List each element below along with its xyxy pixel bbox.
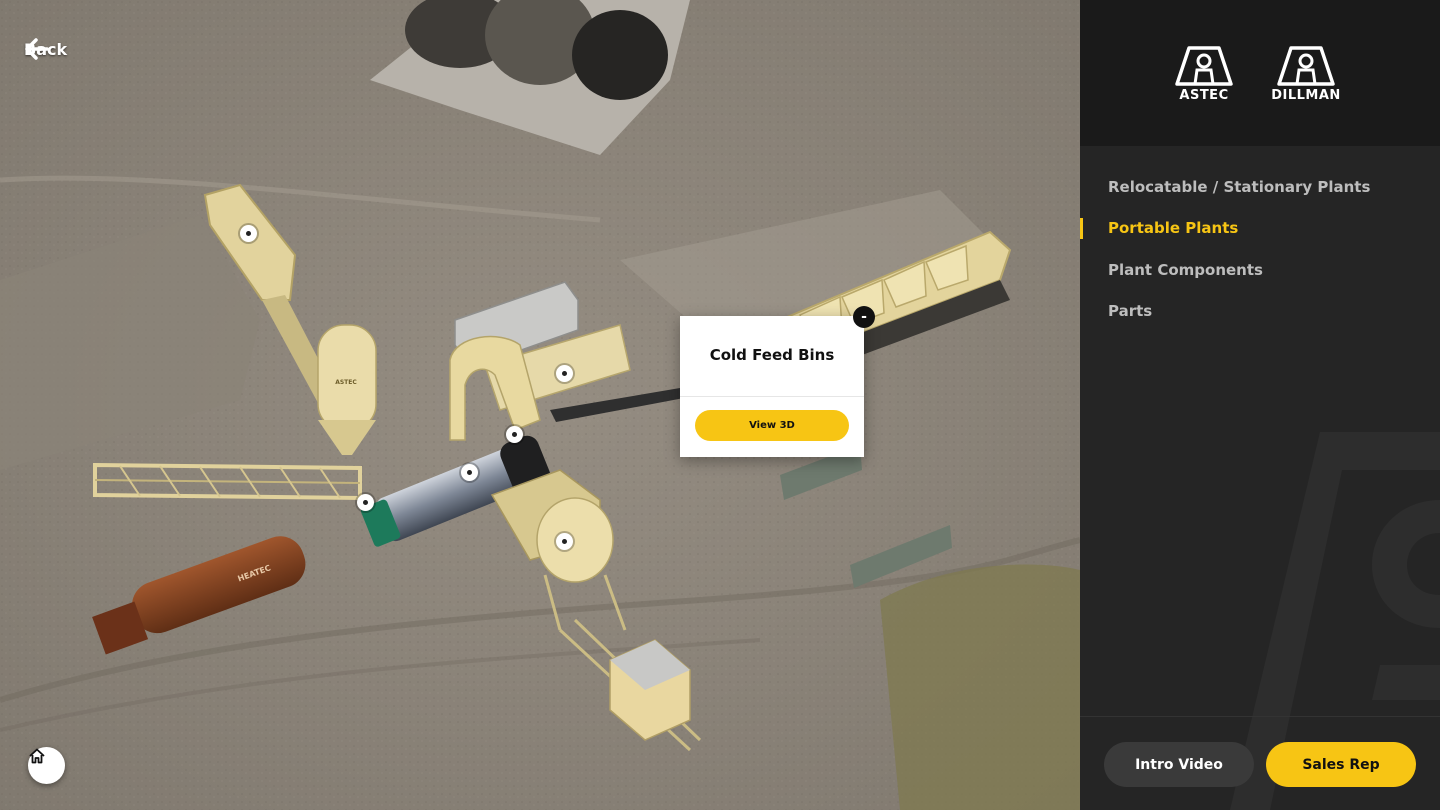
intro-video-button[interactable]: Intro Video [1104,742,1254,787]
hotspot-left-feed-bin[interactable] [240,225,257,242]
menu-item-relocatable-stationary-plants[interactable]: Relocatable / Stationary Plants [1080,166,1440,208]
hotspot-storage-silo[interactable] [556,533,573,550]
plant-category-menu: Relocatable / Stationary Plants Portable… [1080,166,1440,332]
hotspot-drum-burner[interactable] [506,426,523,443]
popup-close-button[interactable]: - [853,306,875,328]
silo-brand-text: ASTEC [335,379,357,386]
logo-header: ASTEC DILLMAN [1080,0,1440,146]
home-icon [29,748,45,764]
astec-logo-mark [1175,46,1233,86]
popup-divider [680,396,864,397]
hotspot-burner[interactable] [357,494,374,511]
astec-logo: ASTEC [1164,46,1244,103]
sidebar-footer: Intro Video Sales Rep [1080,716,1440,810]
popup-title: Cold Feed Bins [709,346,835,364]
menu-item-portable-plants[interactable]: Portable Plants [1080,208,1440,250]
hotspot-drum[interactable] [461,464,478,481]
menu-item-parts[interactable]: Parts [1080,291,1440,333]
astec-logo-text: ASTEC [1179,88,1229,103]
dillman-logo-mark [1277,46,1335,86]
view-3d-button[interactable]: View 3D [695,410,849,441]
back-button[interactable]: Back [24,36,67,62]
menu-item-plant-components[interactable]: Plant Components [1080,249,1440,291]
sales-rep-button[interactable]: Sales Rep [1266,742,1416,787]
hotspot-baghouse[interactable] [556,365,573,382]
plant-illustration: ASTEC HEATEC [0,0,1080,810]
sidebar: ASTEC DILLMAN Relocatable / Stationary P… [1080,0,1440,810]
dillman-logo: DILLMAN [1266,46,1346,103]
component-popup: Cold Feed Bins View 3D [680,316,864,457]
arrow-left-icon [25,38,49,60]
home-button[interactable] [28,747,65,784]
plant-scene: ASTEC HEATEC Back Cold Feed Bins View 3D… [0,0,1080,810]
dillman-logo-text: DILLMAN [1271,88,1341,103]
